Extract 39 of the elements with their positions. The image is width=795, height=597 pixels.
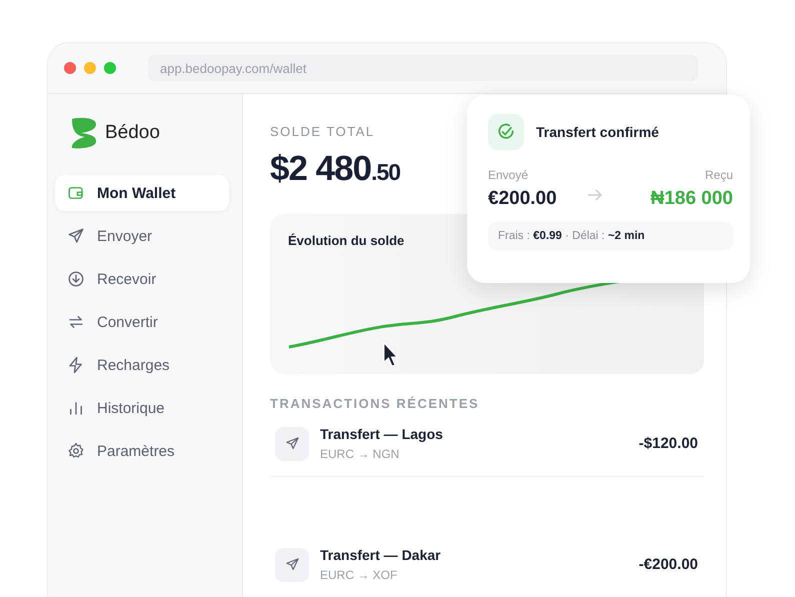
wallet-icon xyxy=(67,184,85,202)
sidebar-item[interactable]: Historique xyxy=(55,390,229,426)
balance-amount: $2 480.50 xyxy=(270,149,400,189)
balance-label: SOLDE TOTAL xyxy=(270,124,375,139)
send-icon xyxy=(67,227,85,245)
gear-icon xyxy=(67,442,85,460)
received-amount: ₦186 000 xyxy=(650,188,733,210)
transaction-amount: -€200.00 xyxy=(638,556,698,573)
sidebar-item[interactable]: Envoyer xyxy=(55,218,229,254)
received-label: Reçu xyxy=(704,168,733,182)
sent-amount: €200.00 xyxy=(488,188,557,210)
maximize-window-dot[interactable] xyxy=(104,62,116,74)
transaction-currencies: EURC → NGN xyxy=(320,447,400,461)
fee-details: Frais : €0.99 · Délai : ~2 min xyxy=(488,222,733,250)
send-icon xyxy=(275,548,309,582)
sidebar-item[interactable]: Recevoir xyxy=(55,261,229,297)
close-window-dot[interactable] xyxy=(64,62,76,74)
minimize-window-dot[interactable] xyxy=(84,62,96,74)
send-icon xyxy=(275,426,309,460)
confirmation-title: Transfert confirmé xyxy=(536,124,659,140)
bar-chart-icon xyxy=(67,399,85,417)
sent-label: Envoyé xyxy=(488,168,530,182)
sidebar-item[interactable]: Paramètres xyxy=(55,433,229,469)
sidebar-item[interactable]: Mon Wallet xyxy=(55,175,229,211)
download-circle-icon xyxy=(67,270,85,288)
lightning-icon xyxy=(67,356,85,374)
arrow-right-icon xyxy=(586,188,603,202)
brand-name: Bédoo xyxy=(105,122,160,144)
transaction-title: Transfert — Lagos xyxy=(320,426,443,442)
transactions-heading: TRANSACTIONS RÉCENTES xyxy=(270,396,480,411)
sidebar-item[interactable]: Convertir xyxy=(55,304,229,340)
chart-title: Évolution du solde xyxy=(288,233,404,248)
transaction-amount: -$120.00 xyxy=(638,435,698,452)
transaction-title: Transfert — Dakar xyxy=(320,547,441,563)
mouse-pointer-icon xyxy=(383,342,399,368)
swap-arrows-icon xyxy=(67,313,85,331)
logo-icon xyxy=(69,116,99,150)
transaction-currencies: EURC → XOF xyxy=(320,568,398,582)
sidebar-item[interactable]: Recharges xyxy=(55,347,229,383)
